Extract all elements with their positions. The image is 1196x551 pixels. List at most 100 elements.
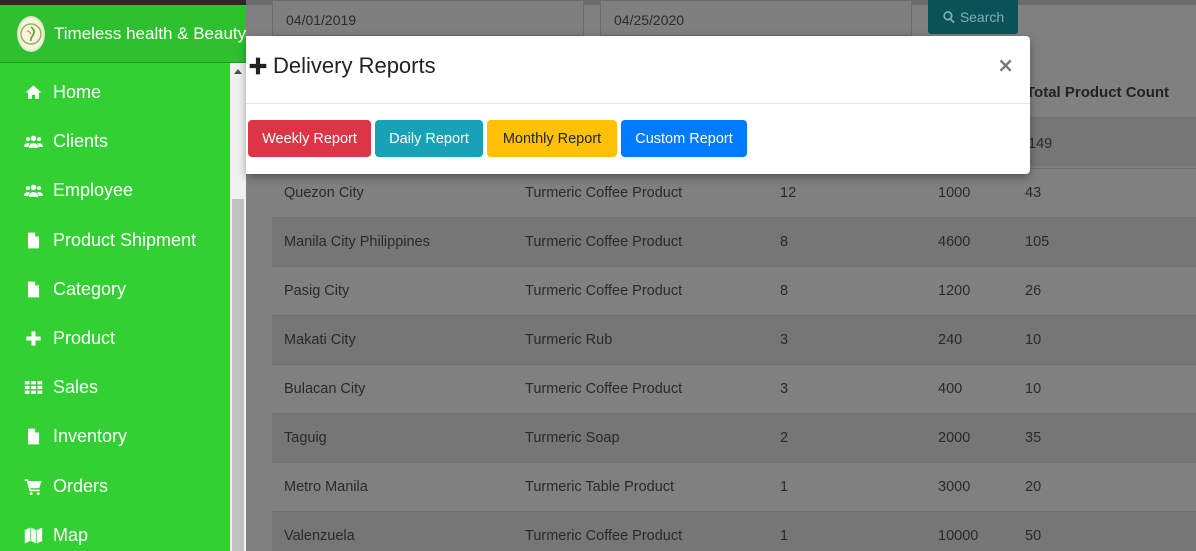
table-cell-amount: 400 <box>938 381 963 397</box>
table-row: Pasig City Turmeric Coffee Product 8 120… <box>272 266 1196 315</box>
sidebar-item-inventory[interactable]: Inventory <box>0 412 230 461</box>
table-cell-count: 10 <box>1025 332 1042 348</box>
table-row: Metro Manila Turmeric Table Product 1 30… <box>272 462 1196 511</box>
table-cell-amount: 3000 <box>938 479 971 495</box>
table-cell-amount: 240 <box>938 332 963 348</box>
sidebar-item-label: Sales <box>53 377 99 398</box>
sidebar-item-orders[interactable]: Orders <box>0 462 230 511</box>
monthly-report-button[interactable]: Monthly Report <box>487 120 617 157</box>
modal-header: Delivery Reports × <box>246 36 1030 104</box>
brand-bar[interactable]: Timeless health & Beauty <box>0 5 246 63</box>
table-cell-location: Manila City Philippines <box>284 234 430 250</box>
table-cell-qty: 1 <box>780 479 789 495</box>
table-cell-product: Turmeric Coffee Product <box>525 283 683 299</box>
table-cell-qty: 3 <box>780 381 789 397</box>
table-row: Bulacan City Turmeric Coffee Product 3 4… <box>272 364 1196 413</box>
table-cell-product: Turmeric Coffee Product <box>525 185 683 201</box>
date-from-input[interactable]: 04/01/2019 <box>272 0 584 36</box>
search-icon <box>943 11 955 24</box>
map-icon <box>23 525 43 545</box>
sidebar-item-label: Inventory <box>53 426 128 447</box>
table-cell-count: 10 <box>1025 381 1042 397</box>
table-cell-product: Turmeric Table Product <box>525 479 675 495</box>
table-cell-product: Turmeric Rub <box>525 332 613 348</box>
file-icon <box>23 230 43 250</box>
table-row: Valenzuela Turmeric Coffee Product 1 100… <box>272 511 1196 551</box>
table-cell-location: Makati City <box>284 332 356 348</box>
close-button[interactable]: × <box>997 53 1014 77</box>
table-cell-count: 43 <box>1025 185 1042 201</box>
sidebar-item-sales[interactable]: Sales <box>0 363 230 412</box>
brand-logo-icon <box>17 15 45 52</box>
daily-report-button[interactable]: Daily Report <box>375 120 483 157</box>
table-cell-amount: 10000 <box>938 528 979 544</box>
sidebar-item-clients[interactable]: Clients <box>0 117 230 166</box>
table-cell-amount: 1200 <box>938 283 971 299</box>
table-row: Taguig Turmeric Soap 2 2000 35 <box>272 413 1196 462</box>
custom-report-button[interactable]: Custom Report <box>621 120 747 157</box>
scroll-up-arrow-icon[interactable] <box>234 69 242 74</box>
sidebar-item-label: Orders <box>53 475 109 496</box>
cart-icon <box>23 476 43 496</box>
table-cell-qty: 2 <box>780 430 789 446</box>
sidebar-item-home[interactable]: Home <box>0 68 230 117</box>
file-icon <box>23 427 43 447</box>
table-cell-amount: 4600 <box>938 234 971 250</box>
modal-title: Delivery Reports <box>248 53 436 79</box>
table-cell-product: Turmeric Coffee Product <box>525 381 683 397</box>
sidebar-item-label: Product Shipment <box>53 229 197 250</box>
table-cell-qty: 8 <box>780 234 789 250</box>
table-row: Manila City Philippines Turmeric Coffee … <box>272 217 1196 266</box>
sidebar-item-label: Product <box>53 328 116 349</box>
table-cell-location: Pasig City <box>284 283 350 299</box>
weekly-report-button[interactable]: Weekly Report <box>248 120 371 157</box>
scrollbar-thumb[interactable] <box>232 199 244 551</box>
table-cell-qty: 1 <box>780 528 789 544</box>
sidebar-item-label: Map <box>53 524 89 545</box>
sidebar-item-product-shipment[interactable]: Product Shipment <box>0 216 230 265</box>
file-icon <box>23 279 43 299</box>
sidebar-item-label: Category <box>53 278 127 299</box>
table-cell-count: 26 <box>1025 283 1042 299</box>
table-cell-count: 149 <box>1028 136 1053 152</box>
table-cell-count: 20 <box>1025 479 1042 495</box>
app-title: Timeless health & Beauty <box>54 23 246 43</box>
table-cell-product: Turmeric Coffee Product <box>525 528 683 544</box>
sidebar: Timeless health & Beauty Home Clients Em… <box>0 0 246 551</box>
table-cell-amount: 1000 <box>938 185 971 201</box>
grid-icon <box>23 378 43 398</box>
users-icon <box>23 132 43 152</box>
sidebar-item-employee[interactable]: Employee <box>0 166 230 215</box>
column-header-total-product-count: Total Product Count <box>1026 84 1170 101</box>
table-cell-location: Taguig <box>284 430 327 446</box>
sidebar-menu: Home Clients Employee Product Shipment C… <box>0 68 230 551</box>
table-cell-count: 105 <box>1025 234 1050 250</box>
users-icon <box>23 181 43 201</box>
date-to-input[interactable]: 04/25/2020 <box>600 0 912 36</box>
table-row: Makati City Turmeric Rub 3 240 10 <box>272 315 1196 364</box>
search-button[interactable]: Search <box>928 0 1018 34</box>
table-cell-count: 35 <box>1025 430 1042 446</box>
sidebar-item-label: Employee <box>53 180 134 201</box>
table-cell-location: Quezon City <box>284 185 364 201</box>
home-icon <box>23 83 43 103</box>
table-cell-qty: 12 <box>780 185 797 201</box>
modal-title-text: Delivery Reports <box>273 53 436 78</box>
sidebar-scrollbar[interactable] <box>230 63 246 551</box>
table-cell-amount: 2000 <box>938 430 971 446</box>
table-row: Quezon City Turmeric Coffee Product 12 1… <box>272 168 1196 217</box>
table-cell-location: Valenzuela <box>284 528 355 544</box>
plus-icon <box>23 329 43 349</box>
modal-body: Weekly Report Daily Report Monthly Repor… <box>248 120 747 157</box>
table-cell-location: Bulacan City <box>284 381 366 397</box>
table-cell-qty: 3 <box>780 332 789 348</box>
plus-icon <box>249 57 267 75</box>
search-button-label: Search <box>959 9 1005 25</box>
table-cell-qty: 8 <box>780 283 789 299</box>
delivery-reports-modal: Delivery Reports × Weekly Report Daily R… <box>246 36 1030 174</box>
table-cell-count: 50 <box>1025 528 1042 544</box>
sidebar-item-category[interactable]: Category <box>0 265 230 314</box>
table-cell-product: Turmeric Soap <box>525 430 620 446</box>
sidebar-item-product[interactable]: Product <box>0 314 230 363</box>
sidebar-item-map[interactable]: Map <box>0 511 230 551</box>
